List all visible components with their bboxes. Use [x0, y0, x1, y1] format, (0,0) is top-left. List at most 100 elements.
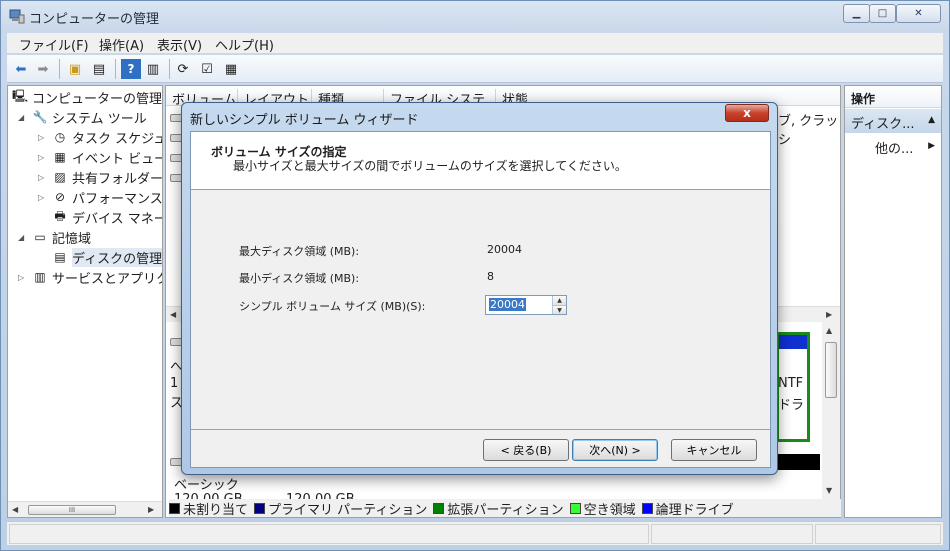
actions-more[interactable]: 他の... [875, 138, 913, 157]
show-tree-icon[interactable]: ▤ [89, 59, 109, 79]
partition-drive-text: ドラ [778, 398, 805, 413]
title-bar[interactable]: コンピューターの管理 ▁ □ ✕ [1, 1, 949, 31]
legend-label: 論理ドライブ [655, 502, 734, 518]
legend-primary: プライマリ パーティション [254, 499, 427, 518]
legend-label: 未割り当て [183, 502, 249, 518]
spin-down-icon[interactable]: ▼ [553, 305, 566, 314]
tree-item-storage[interactable]: ◢ ▭ 記憶域 [18, 227, 91, 247]
perf-icon: ⊘ [54, 190, 66, 204]
scroll-left-icon[interactable]: ◀ [170, 310, 176, 319]
help-icon[interactable]: ? [121, 59, 141, 79]
max-space-value: 20004 [487, 243, 522, 256]
scroll-right-icon[interactable]: ▶ [148, 505, 154, 514]
disk-legend: 未割り当て プライマリ パーティション 拡張パーティション 空き領域 論理ドライ… [169, 499, 841, 518]
status-cell [9, 524, 649, 544]
tree-item-disk-management[interactable]: ▤ ディスクの管理 [52, 247, 162, 267]
wizard-header: ボリューム サイズの指定 最小サイズと最大サイズの間でボリュームのサイズを選択し… [191, 132, 770, 190]
dialog-close-button[interactable]: x [725, 104, 769, 122]
legend-label: プライマリ パーティション [268, 502, 428, 518]
collapse-up-icon[interactable]: ▲ [928, 115, 935, 125]
tree-item-label: タスク スケジュ [72, 131, 163, 147]
menu-view[interactable]: 表示(V) [157, 35, 202, 54]
tree-item-label: デバイス マネー [72, 211, 163, 227]
legend-label: 空き領域 [583, 502, 636, 518]
volume-status-text: ブ, クラッシ [778, 114, 839, 148]
next-button[interactable]: 次へ(N) > [572, 439, 658, 461]
tree-item-shared-folders[interactable]: ▷ ▨ 共有フォルダー [38, 167, 162, 187]
scroll-up-icon[interactable]: ▲ [826, 326, 832, 335]
scroll-thumb[interactable] [825, 342, 837, 398]
computer-icon: 🖳 [12, 88, 29, 103]
volume-size-stepper[interactable]: 20004 ▲ ▼ [485, 295, 567, 315]
legend-free-space: 空き領域 [569, 499, 636, 518]
legend-unallocated: 未割り当て [169, 499, 248, 518]
properties-icon[interactable]: ☑ [197, 59, 217, 79]
scroll-right-icon[interactable]: ▶ [826, 310, 832, 319]
tree-item-performance[interactable]: ▷ ⊘ パフォーマンス [38, 187, 163, 207]
expand-icon[interactable]: ▷ [18, 273, 28, 282]
actions-section-label: ディスク... [851, 117, 915, 132]
back-button[interactable]: < 戻る(B) [483, 439, 569, 461]
forward-arrow-icon[interactable]: ➡ [33, 59, 53, 79]
status-cell [815, 524, 941, 544]
cancel-button[interactable]: キャンセル [671, 439, 757, 461]
tree-item-device-manager[interactable]: 🖶 デバイス マネー [52, 207, 163, 227]
event-icon: ▦ [54, 150, 66, 164]
clock-icon: ◷ [54, 130, 66, 144]
volume-size-input[interactable]: 20004 [488, 298, 550, 312]
tree-root-label: コンピューターの管理 [32, 91, 163, 107]
scroll-down-icon[interactable]: ▼ [826, 486, 832, 495]
collapse-icon[interactable]: ◢ [18, 233, 28, 242]
legend-logical-drive: 論理ドライブ [641, 499, 734, 518]
rescan-disk-icon[interactable]: ▦ [221, 59, 241, 79]
tree-item-label: ディスクの管理 [72, 247, 162, 267]
tree-root[interactable]: 🖳 コンピューターの管理 [12, 87, 162, 107]
menu-action[interactable]: 操作(A) [99, 35, 144, 54]
menu-file[interactable]: ファイル(F) [19, 35, 89, 54]
legend-swatch [433, 502, 445, 514]
submenu-arrow-icon[interactable]: ▶ [928, 141, 935, 151]
expand-icon[interactable]: ▷ [38, 193, 48, 202]
expand-icon[interactable]: ▷ [38, 153, 48, 162]
show-action-pane-icon[interactable]: ▥ [143, 59, 163, 79]
tree-horizontal-scrollbar[interactable]: ◀ III ▶ [8, 501, 162, 517]
legend-extended: 拡張パーティション [433, 499, 564, 518]
scroll-left-icon[interactable]: ◀ [12, 505, 18, 514]
actions-header: 操作 [845, 86, 941, 108]
tree-item-label: 記憶域 [52, 231, 92, 247]
tree-item-label: パフォーマンス [72, 191, 163, 207]
unallocated-bar[interactable] [776, 454, 820, 470]
up-folder-icon[interactable]: ▣ [65, 59, 85, 79]
expand-icon[interactable]: ▷ [38, 173, 48, 182]
toolbar-separator [169, 59, 170, 79]
refresh-icon[interactable]: ⟳ [173, 59, 193, 79]
volume-size-label: シンプル ボリューム サイズ (MB)(S): [239, 300, 426, 313]
services-icon: ▥ [34, 270, 46, 284]
tree-item-task-scheduler[interactable]: ▷ ◷ タスク スケジュ [38, 127, 163, 147]
spin-buttons: ▲ ▼ [552, 296, 566, 314]
back-arrow-icon[interactable]: ⬅ [11, 59, 31, 79]
toolbar: ⬅ ➡ ▣ ▤ ? ▥ ⟳ ☑ ▦ [7, 55, 943, 83]
expand-icon[interactable]: ▷ [38, 133, 48, 142]
minimize-button[interactable]: ▁ [843, 4, 870, 23]
scroll-thumb[interactable]: III [28, 505, 116, 515]
menu-help[interactable]: ヘルプ(H) [215, 35, 274, 54]
storage-icon: ▭ [34, 230, 46, 244]
tree-item-event-viewer[interactable]: ▷ ▦ イベント ビュー [38, 147, 162, 167]
disk-vertical-scrollbar[interactable]: ▲ ▼ [822, 322, 840, 502]
legend-swatch [569, 502, 581, 514]
max-space-label: 最大ディスク領域 (MB): [239, 245, 360, 258]
volume-size-selected-text: 20004 [489, 298, 526, 311]
maximize-button[interactable]: □ [869, 4, 896, 23]
tree-item-system-tools[interactable]: ◢ 🔧 システム ツール [18, 107, 147, 127]
collapse-icon[interactable]: ◢ [18, 113, 28, 122]
actions-section-disk[interactable]: ディスク... ▲ [845, 109, 941, 133]
close-button[interactable]: ✕ [896, 4, 941, 23]
share-icon: ▨ [54, 170, 66, 184]
tree-item-label: システム ツール [52, 111, 147, 127]
dialog-title: 新しいシンプル ボリューム ウィザード [190, 113, 419, 128]
new-simple-volume-wizard: 新しいシンプル ボリューム ウィザード x ボリューム サイズの指定 最小サイズ… [181, 102, 778, 475]
wizard-step-description: 最小サイズと最大サイズの間でボリュームのサイズを選択してください。 [233, 159, 627, 173]
spin-up-icon[interactable]: ▲ [553, 296, 566, 305]
tree-item-services[interactable]: ▷ ▥ サービスとアプリク [18, 267, 162, 287]
